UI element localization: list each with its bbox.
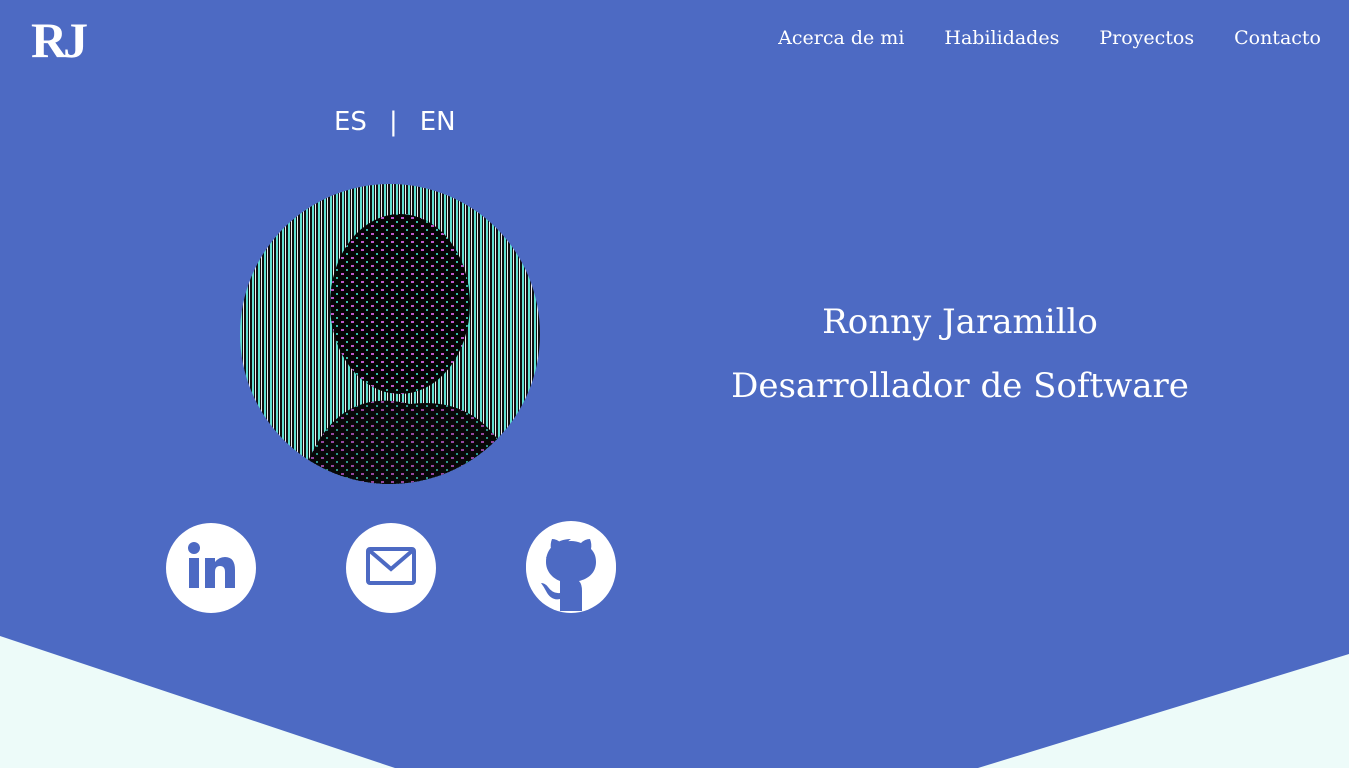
- lang-separator: |: [388, 107, 398, 137]
- lang-es-link[interactable]: ES: [334, 106, 367, 138]
- profile-name: Ronny Jaramillo: [822, 302, 1098, 342]
- profile-avatar: [240, 184, 540, 484]
- email-button[interactable]: [346, 523, 436, 613]
- nav-link-contact[interactable]: Contacto: [1234, 26, 1321, 50]
- github-button[interactable]: [526, 521, 616, 615]
- nav-link-about[interactable]: Acerca de mi: [778, 26, 904, 50]
- language-switcher: ES | EN: [334, 106, 456, 138]
- main-nav: Acerca de mi Habilidades Proyectos Conta…: [778, 26, 1321, 50]
- social-links: [166, 521, 616, 615]
- nav-link-projects[interactable]: Proyectos: [1099, 26, 1194, 50]
- linkedin-button[interactable]: [166, 523, 256, 613]
- profile-role: Desarrollador de Software: [731, 366, 1189, 406]
- linkedin-icon: [183, 538, 239, 598]
- lang-en-link[interactable]: EN: [420, 106, 456, 138]
- nav-link-skills[interactable]: Habilidades: [944, 26, 1059, 50]
- mail-icon: [366, 546, 416, 590]
- section-divider: [0, 636, 1349, 768]
- logo[interactable]: RJ: [31, 10, 88, 70]
- github-icon: [526, 521, 616, 615]
